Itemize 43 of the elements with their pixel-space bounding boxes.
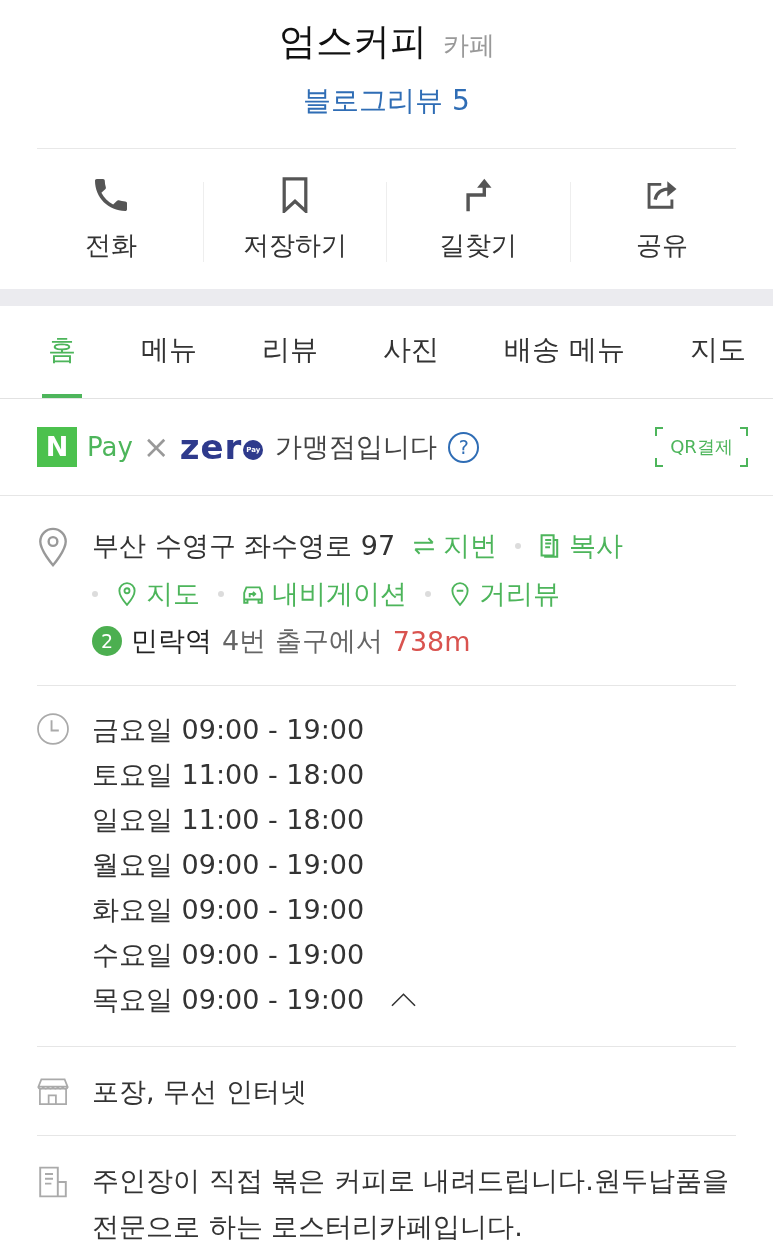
tab[interactable]: 리뷰 [256,306,325,398]
pin-icon [116,581,138,606]
separator-dot-icon [92,590,98,597]
pay-label: Pay [87,432,133,462]
distance-text: 738m [392,625,471,657]
location-pin-icon [37,527,69,567]
action-button[interactable]: 공유 [570,177,753,263]
logo-text: zer [179,429,243,465]
hours-line: 금요일 09:00 - 19:00 [92,712,365,747]
blog-review-link[interactable]: 블로그리뷰 5 [303,81,470,121]
description-text: 주인장이 직접 볶은 커피로 내려드립니다.원두납품을 전문으로 하는 로스터리카페입니다. [92,1165,729,1242]
category-label: 카페 [442,29,495,62]
hours-line: 화요일 09:00 - 19:00 [92,892,365,927]
payment-logo: N [37,427,77,467]
address-text: 부산 수영구 좌수영로 97 [92,529,396,563]
caret-icon[interactable] [391,992,417,1007]
hours-line: 수요일 09:00 - 19:00 [92,937,365,972]
tab[interactable]: 메뉴 [135,306,203,398]
place-name: 엄스커피 [278,19,427,65]
phone-icon [95,177,128,213]
action-button[interactable]: 저장하기 [203,177,386,263]
subway-line-badge: 2 [92,626,122,656]
hours-line: 토요일 11:00 - 18:00 [92,757,365,792]
document-icon [37,1166,69,1198]
separator-dot-icon [425,590,431,597]
merchant-label: 가맹점입니다 [275,430,438,464]
tab[interactable]: 배송 메뉴 [498,306,631,398]
hours-line: 목요일 09:00 - 19:00 [92,982,365,1017]
action-button[interactable]: 전화 [20,177,203,263]
times-sign: × [142,430,170,464]
clock-icon [37,711,69,747]
tab[interactable]: 사진 [377,306,446,398]
hours-line: 월요일 09:00 - 19:00 [92,847,365,882]
action-button[interactable]: 길찾기 [387,177,570,263]
pin-minus-icon [449,581,471,606]
station-name: 민락역 [131,624,212,658]
amenities-text: 포장, 무선 인터넷 [92,1076,307,1107]
hours-line: 일요일 11:00 - 18:00 [92,802,365,837]
separator-dot-icon [515,543,522,549]
exit-text: 4번 출구에서 [222,624,383,658]
help-button[interactable]: ? [448,431,480,463]
tab[interactable]: 지도 [684,306,752,398]
separator-dot-icon [218,590,224,597]
